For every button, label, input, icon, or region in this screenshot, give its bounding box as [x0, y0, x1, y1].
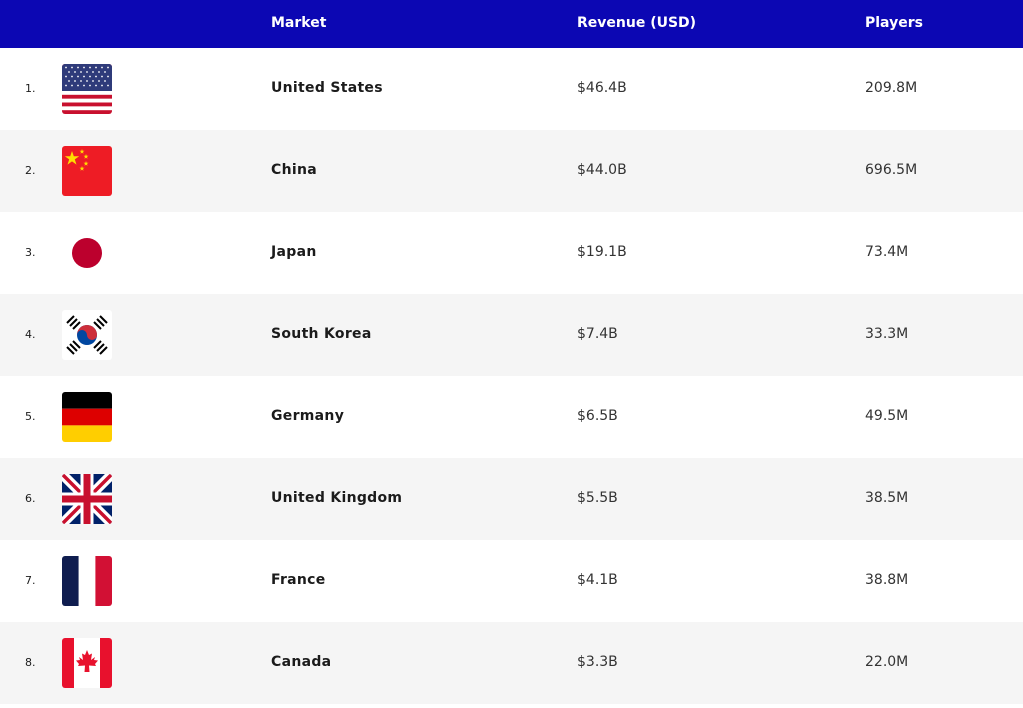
- revenue-value: $44.0B: [577, 162, 627, 178]
- germany-flag-icon: [62, 392, 112, 442]
- players-value: 209.8M: [865, 80, 918, 96]
- market-name: Canada: [271, 654, 332, 670]
- rank: 8.: [25, 656, 36, 669]
- market-name: Japan: [271, 244, 317, 260]
- rank: 5.: [25, 410, 36, 423]
- header-revenue: Revenue (USD): [577, 15, 697, 31]
- table-row: 3. Japan $19.1B 73.4M: [0, 212, 1023, 294]
- revenue-value: $5.5B: [577, 490, 618, 506]
- players-value: 696.5M: [865, 162, 918, 178]
- table-row: 7. France $4.1B 38.8M: [0, 540, 1023, 622]
- rank: 1.: [25, 82, 36, 95]
- table-row: 6. United Kingdom $5.5B 38.5M: [0, 458, 1023, 540]
- table-row: 2. China $44.0B 696.5M: [0, 130, 1023, 212]
- revenue-value: $3.3B: [577, 654, 618, 670]
- players-value: 38.8M: [865, 572, 909, 588]
- market-name: United States: [271, 80, 383, 96]
- players-value: 33.3M: [865, 326, 909, 342]
- rank: 7.: [25, 574, 36, 587]
- uk-flag-icon: [62, 474, 112, 524]
- rank: 4.: [25, 328, 36, 341]
- canada-flag-icon: [62, 638, 112, 688]
- revenue-value: $46.4B: [577, 80, 627, 96]
- players-value: 49.5M: [865, 408, 909, 424]
- table-header: Market Revenue (USD) Players: [0, 0, 1023, 48]
- table-row: 4. South Korea $7.4B 33.3M: [0, 294, 1023, 376]
- header-players: Players: [865, 15, 923, 31]
- market-name: Germany: [271, 408, 345, 424]
- market-name: United Kingdom: [271, 490, 403, 506]
- players-value: 22.0M: [865, 654, 909, 670]
- markets-table: Market Revenue (USD) Players 1. United S…: [0, 0, 1023, 704]
- revenue-value: $4.1B: [577, 572, 618, 588]
- market-name: France: [271, 572, 326, 588]
- revenue-value: $7.4B: [577, 326, 618, 342]
- market-name: China: [271, 162, 317, 178]
- rank: 2.: [25, 164, 36, 177]
- market-name: South Korea: [271, 326, 372, 342]
- revenue-value: $6.5B: [577, 408, 618, 424]
- table-row: 8. Canada $3.3B 22.0M: [0, 622, 1023, 704]
- header-market: Market: [271, 15, 327, 31]
- japan-flag-icon: [62, 228, 112, 278]
- players-value: 38.5M: [865, 490, 909, 506]
- players-value: 73.4M: [865, 244, 909, 260]
- france-flag-icon: [62, 556, 112, 606]
- china-flag-icon: [62, 146, 112, 196]
- us-flag-icon: [62, 64, 112, 114]
- table-row: 5. Germany $6.5B 49.5M: [0, 376, 1023, 458]
- revenue-value: $19.1B: [577, 244, 627, 260]
- rank: 6.: [25, 492, 36, 505]
- rank: 3.: [25, 246, 36, 259]
- south-korea-flag-icon: [62, 310, 112, 360]
- table-row: 1. United States $46.4B 209.8M: [0, 48, 1023, 130]
